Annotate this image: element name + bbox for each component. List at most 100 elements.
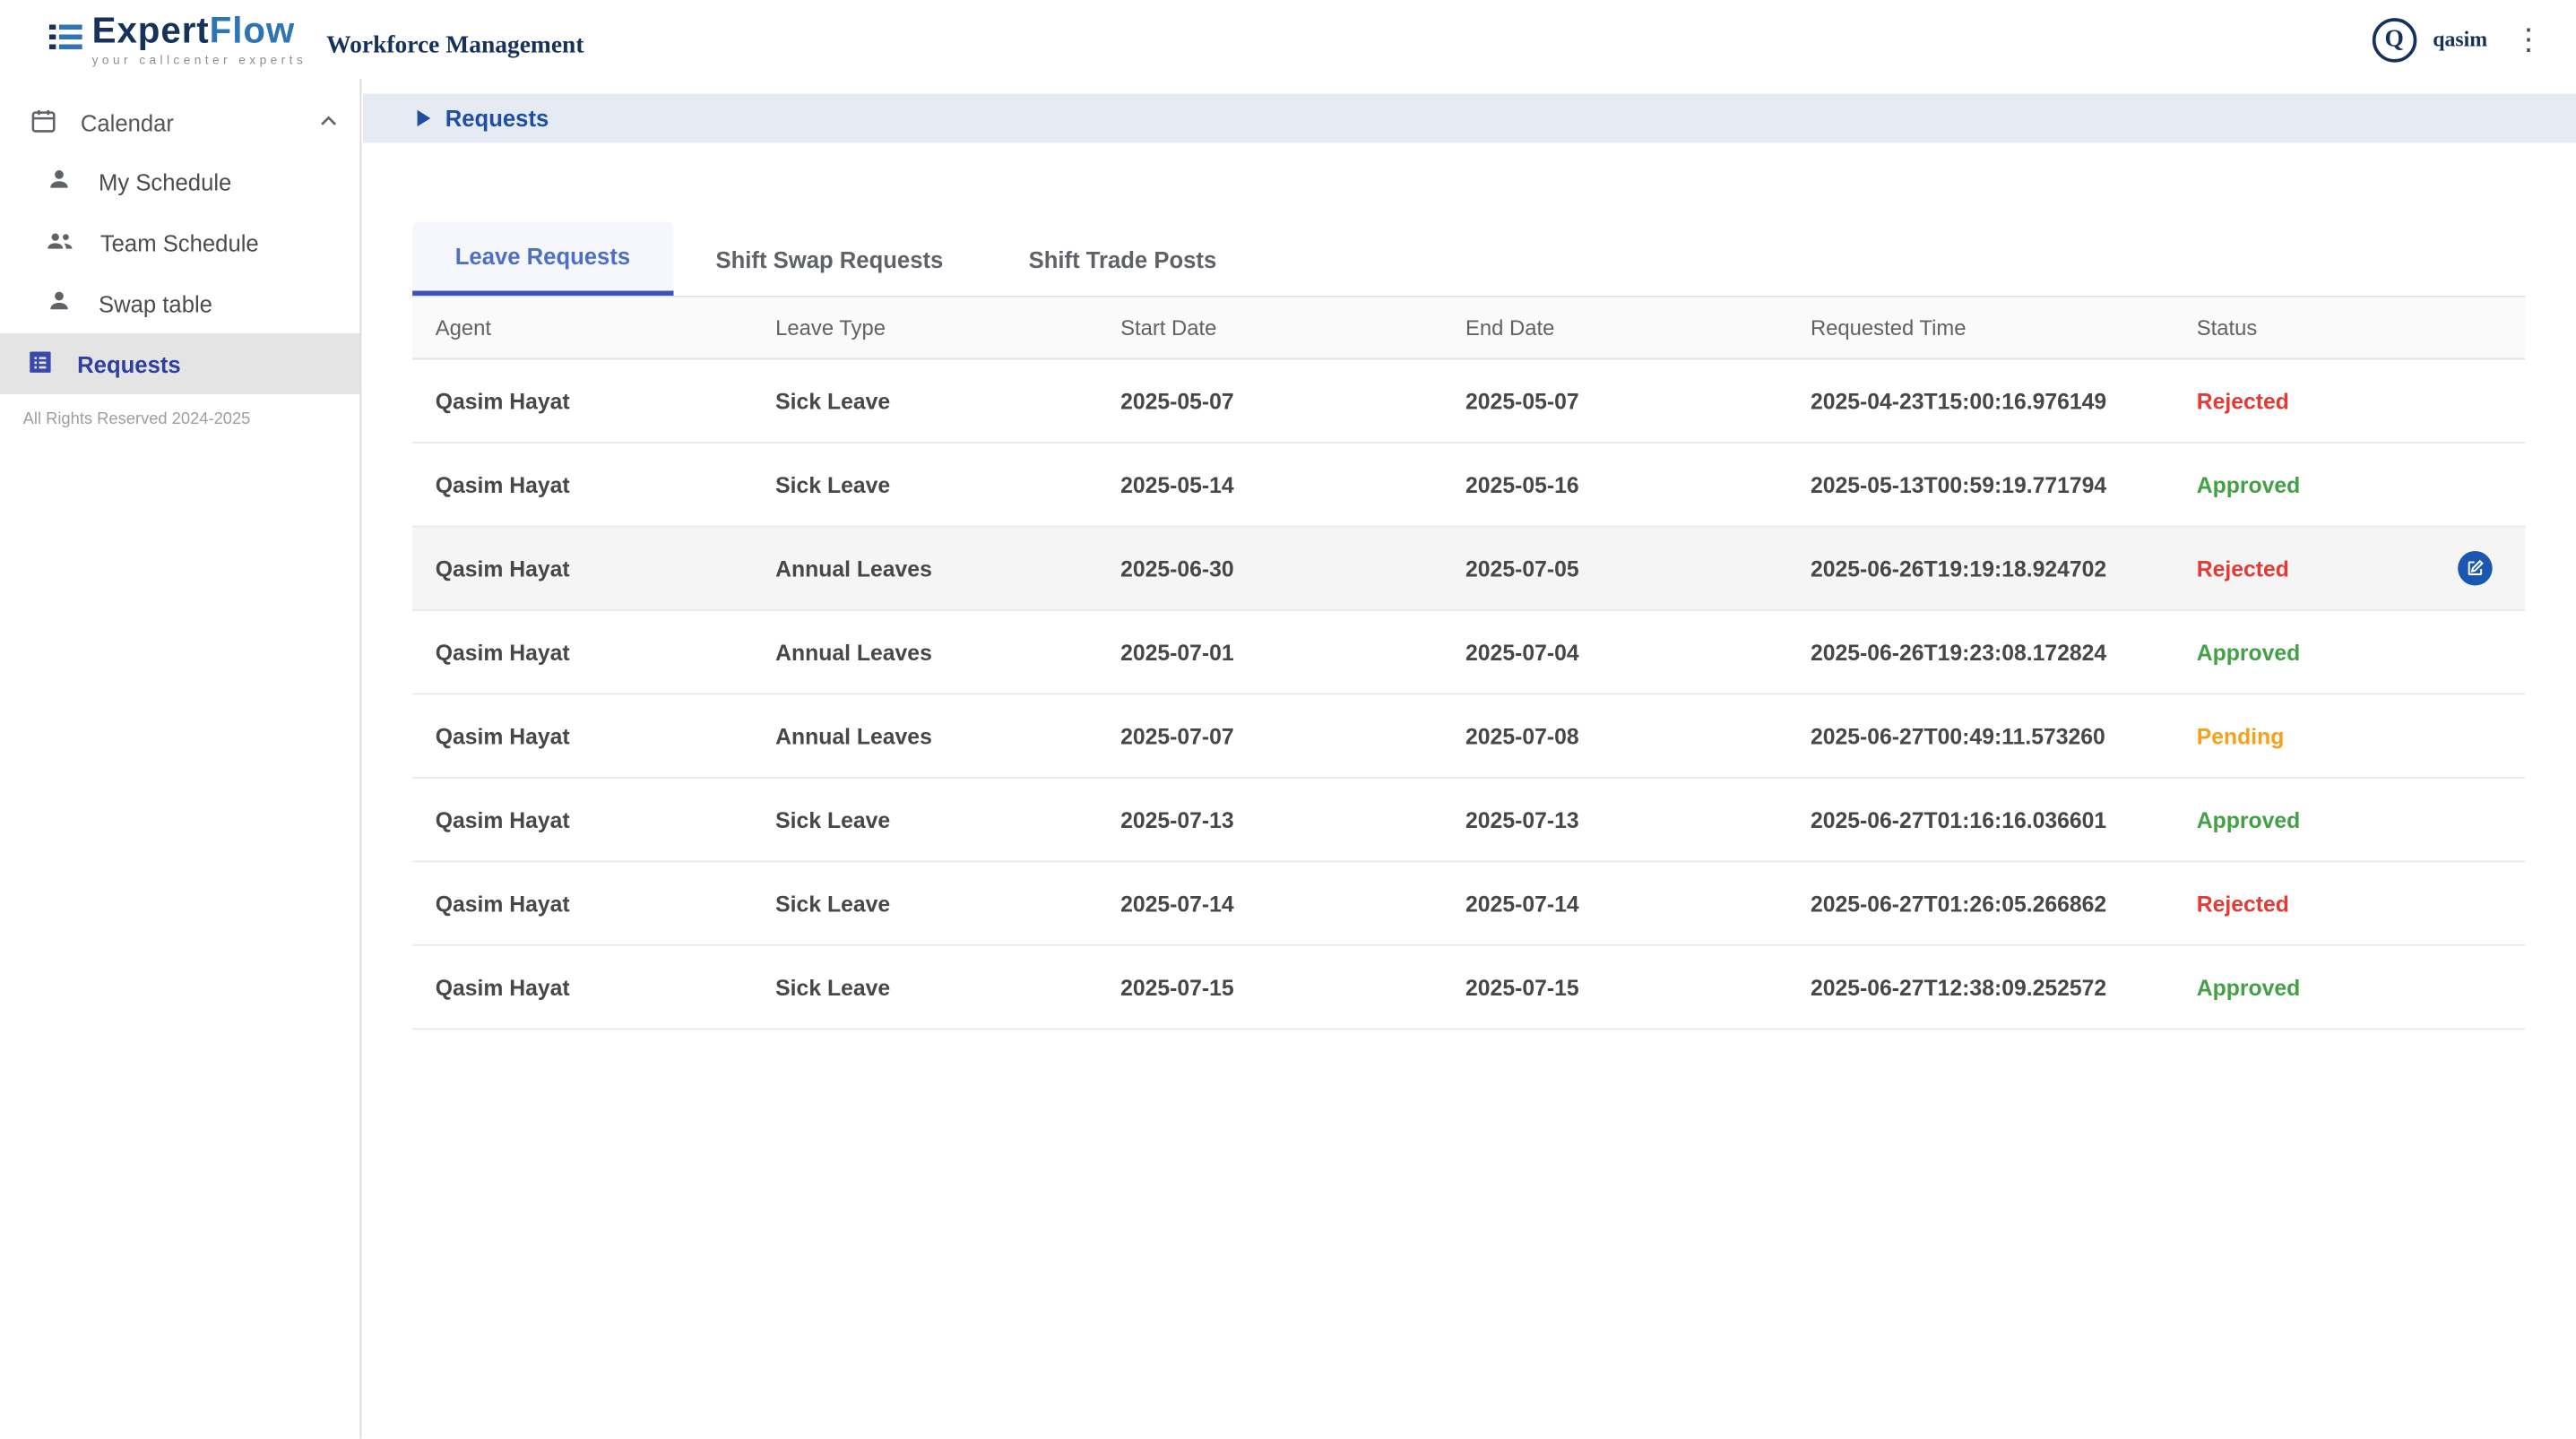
edit-icon bbox=[2466, 559, 2484, 577]
status-badge: Rejected bbox=[2174, 891, 2525, 915]
cell-leave-type: Sick Leave bbox=[753, 389, 1098, 413]
cell-leave-type: Annual Leaves bbox=[753, 640, 1098, 664]
cell-start-date: 2025-06-30 bbox=[1097, 556, 1442, 580]
cell-start-date: 2025-05-14 bbox=[1097, 472, 1442, 496]
calendar-icon bbox=[30, 107, 57, 140]
cell-agent: Qasim Hayat bbox=[412, 807, 752, 832]
cell-leave-type: Sick Leave bbox=[753, 472, 1098, 496]
column-header-leave-type: Leave Type bbox=[753, 315, 1098, 340]
expertflow-logo-icon bbox=[46, 18, 85, 65]
logo-tagline: your callcenter experts bbox=[92, 53, 307, 67]
cell-agent: Qasim Hayat bbox=[412, 472, 752, 496]
sidebar-section-label: Calendar bbox=[81, 110, 174, 136]
column-header-end-date: End Date bbox=[1442, 315, 1787, 340]
top-header: ExpertFlow your callcenter experts Workf… bbox=[0, 0, 2576, 79]
cell-end-date: 2025-07-15 bbox=[1442, 975, 1787, 999]
cell-agent: Qasim Hayat bbox=[412, 640, 752, 664]
cell-start-date: 2025-07-07 bbox=[1097, 723, 1442, 747]
cell-end-date: 2025-07-13 bbox=[1442, 807, 1787, 832]
page-title: Workforce Management bbox=[326, 32, 583, 60]
cell-requested-time: 2025-06-27T00:49:11.573260 bbox=[1787, 723, 2174, 747]
cell-start-date: 2025-07-15 bbox=[1097, 975, 1442, 999]
cell-start-date: 2025-07-13 bbox=[1097, 807, 1442, 832]
cell-agent: Qasim Hayat bbox=[412, 389, 752, 413]
app-root: ExpertFlow your callcenter experts Workf… bbox=[0, 0, 2576, 1439]
cell-end-date: 2025-07-14 bbox=[1442, 891, 1787, 915]
column-header-start-date: Start Date bbox=[1097, 315, 1442, 340]
chevron-up-icon[interactable] bbox=[317, 109, 341, 137]
status-badge: Approved bbox=[2174, 472, 2525, 496]
column-header-status: Status bbox=[2174, 315, 2525, 340]
status-badge: Approved bbox=[2174, 807, 2525, 832]
edit-request-button[interactable] bbox=[2458, 551, 2492, 585]
cell-leave-type: Sick Leave bbox=[753, 891, 1098, 915]
cell-start-date: 2025-07-01 bbox=[1097, 640, 1442, 664]
table-row[interactable]: Qasim Hayat Sick Leave 2025-07-14 2025-0… bbox=[412, 862, 2525, 945]
cell-requested-time: 2025-04-23T15:00:16.976149 bbox=[1787, 389, 2174, 413]
table-header-row: Agent Leave Type Start Date End Date Req… bbox=[412, 297, 2525, 360]
tab-leave-requests[interactable]: Leave Requests bbox=[412, 221, 673, 295]
sidebar: Calendar My Schedule Team bbox=[0, 79, 361, 1439]
sidebar-item-requests[interactable]: Requests bbox=[0, 333, 359, 394]
table-row[interactable]: Qasim Hayat Sick Leave 2025-05-14 2025-0… bbox=[412, 444, 2525, 527]
cell-requested-time: 2025-06-26T19:23:08.172824 bbox=[1787, 640, 2174, 664]
breadcrumb-label: Requests bbox=[445, 105, 549, 131]
sidebar-item-label: Swap table bbox=[99, 290, 212, 316]
sidebar-item-label: Requests bbox=[77, 350, 181, 376]
expertflow-logo: ExpertFlow your callcenter experts bbox=[46, 12, 307, 67]
sidebar-item-label: Team Schedule bbox=[100, 229, 259, 255]
cell-requested-time: 2025-06-27T01:16:16.036601 bbox=[1787, 807, 2174, 832]
tab-shift-trade-posts[interactable]: Shift Trade Posts bbox=[986, 221, 1259, 295]
cell-requested-time: 2025-06-26T19:19:18.924702 bbox=[1787, 556, 2174, 580]
table-body: Qasim Hayat Sick Leave 2025-05-07 2025-0… bbox=[412, 359, 2525, 1030]
cell-leave-type: Annual Leaves bbox=[753, 723, 1098, 747]
cell-end-date: 2025-07-04 bbox=[1442, 640, 1787, 664]
main-content: Requests Leave Requests Shift Swap Reque… bbox=[363, 79, 2576, 1439]
sidebar-item-label: My Schedule bbox=[99, 168, 231, 194]
column-header-requested-time: Requested Time bbox=[1787, 315, 2174, 340]
table-row[interactable]: Qasim Hayat Sick Leave 2025-07-15 2025-0… bbox=[412, 946, 2525, 1030]
cell-end-date: 2025-05-07 bbox=[1442, 389, 1787, 413]
cell-leave-type: Sick Leave bbox=[753, 975, 1098, 999]
logo-wordmark: ExpertFlow bbox=[92, 12, 307, 51]
tab-shift-swap-requests[interactable]: Shift Swap Requests bbox=[673, 221, 986, 295]
cell-agent: Qasim Hayat bbox=[412, 891, 752, 915]
leave-requests-table: Agent Leave Type Start Date End Date Req… bbox=[412, 296, 2525, 1030]
cell-requested-time: 2025-06-27T01:26:05.266862 bbox=[1787, 891, 2174, 915]
avatar[interactable]: Q bbox=[2372, 17, 2416, 61]
status-badge: Rejected bbox=[2174, 389, 2525, 413]
table-row[interactable]: Qasim Hayat Annual Leaves 2025-06-30 202… bbox=[412, 527, 2525, 610]
requests-list-icon bbox=[26, 348, 54, 381]
sidebar-item-swap-table[interactable]: Swap table bbox=[0, 272, 359, 333]
cell-start-date: 2025-05-07 bbox=[1097, 389, 1442, 413]
table-row[interactable]: Qasim Hayat Annual Leaves 2025-07-07 202… bbox=[412, 694, 2525, 778]
tab-bar: Leave Requests Shift Swap Requests Shift… bbox=[412, 221, 2525, 295]
cell-agent: Qasim Hayat bbox=[412, 556, 752, 580]
cell-requested-time: 2025-06-27T12:38:09.252572 bbox=[1787, 975, 2174, 999]
cell-end-date: 2025-07-05 bbox=[1442, 556, 1787, 580]
cell-agent: Qasim Hayat bbox=[412, 975, 752, 999]
cell-agent: Qasim Hayat bbox=[412, 723, 752, 747]
people-icon bbox=[46, 226, 73, 259]
cell-leave-type: Annual Leaves bbox=[753, 556, 1098, 580]
table-row[interactable]: Qasim Hayat Sick Leave 2025-07-13 2025-0… bbox=[412, 779, 2525, 862]
cell-end-date: 2025-05-16 bbox=[1442, 472, 1787, 496]
person-icon bbox=[46, 166, 72, 197]
username-label: qasim bbox=[2433, 26, 2487, 52]
copyright-text: All Rights Reserved 2024-2025 bbox=[0, 410, 359, 428]
breadcrumb[interactable]: Requests bbox=[363, 93, 2576, 142]
status-badge: Approved bbox=[2174, 975, 2525, 999]
sidebar-item-my-schedule[interactable]: My Schedule bbox=[0, 151, 359, 212]
cell-leave-type: Sick Leave bbox=[753, 807, 1098, 832]
sidebar-section-calendar[interactable]: Calendar bbox=[0, 95, 359, 151]
status-badge: Pending bbox=[2174, 723, 2525, 747]
play-triangle-icon bbox=[418, 110, 431, 126]
cell-requested-time: 2025-05-13T00:59:19.771794 bbox=[1787, 472, 2174, 496]
cell-end-date: 2025-07-08 bbox=[1442, 723, 1787, 747]
sidebar-item-team-schedule[interactable]: Team Schedule bbox=[0, 211, 359, 272]
cell-start-date: 2025-07-14 bbox=[1097, 891, 1442, 915]
table-row[interactable]: Qasim Hayat Annual Leaves 2025-07-01 202… bbox=[412, 611, 2525, 694]
kebab-menu-icon[interactable]: ⋮ bbox=[2503, 24, 2553, 54]
table-row[interactable]: Qasim Hayat Sick Leave 2025-05-07 2025-0… bbox=[412, 359, 2525, 443]
column-header-agent: Agent bbox=[412, 315, 752, 340]
